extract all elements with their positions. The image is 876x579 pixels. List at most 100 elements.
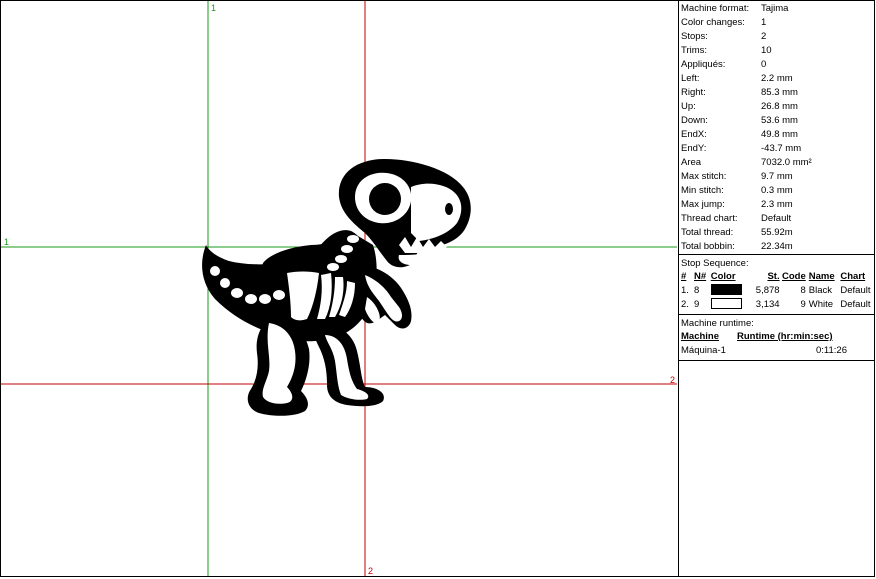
stat-label: Min stitch:	[681, 185, 724, 196]
stat-row: Machine format: Tajima	[681, 2, 874, 16]
color-swatch	[710, 297, 742, 309]
stat-row: Left: 2.2 mm	[681, 72, 874, 86]
row-name: White	[808, 299, 834, 310]
runtime-section: Machine runtime: Machine Runtime (hr:min…	[679, 314, 874, 361]
table-row[interactable]: 2. 9 3,134 9 White Default	[681, 297, 872, 312]
stat-label: Trims:	[681, 45, 708, 56]
stat-label: Total thread:	[681, 227, 734, 238]
stat-label: Color changes:	[681, 17, 745, 28]
stat-value: Default	[761, 213, 792, 224]
col-code-header: Code	[782, 271, 806, 282]
stat-row: Thread chart: Default	[681, 212, 874, 226]
stat-row: Max jump: 2.3 mm	[681, 198, 874, 212]
row-code: 9	[800, 299, 806, 310]
stat-value: 2.2 mm	[761, 73, 793, 84]
stat-value: 1	[761, 17, 767, 28]
stop-sequence-title: Stop Sequence:	[681, 258, 749, 269]
row-st: 5,878	[755, 285, 780, 296]
stat-row: Down: 53.6 mm	[681, 114, 874, 128]
stat-value: 85.3 mm	[761, 87, 798, 98]
col-chart-header: Chart	[840, 271, 866, 282]
table-row[interactable]: Máquina-1 0:11:26	[681, 344, 872, 358]
stat-label: Max stitch:	[681, 171, 727, 182]
stat-row: Max stitch: 9.7 mm	[681, 170, 874, 184]
runtime-header: Machine Runtime (hr:min:sec)	[681, 330, 872, 344]
runtime-title: Machine runtime:	[681, 318, 754, 329]
stop-sequence-rows: 1. 8 5,878 8 Black Default 2. 9 3,134 9 …	[681, 283, 872, 312]
stat-label: Thread chart:	[681, 213, 738, 224]
stat-value: 49.8 mm	[761, 129, 798, 140]
green-vertical-guide-label: 1	[211, 3, 217, 13]
col-st-header: St.	[767, 271, 780, 282]
color-swatch	[710, 283, 742, 295]
col-runtime-header: Runtime (hr:min:sec)	[737, 331, 833, 342]
stat-value: Tajima	[761, 3, 789, 14]
table-row[interactable]: 1. 8 5,878 8 Black Default	[681, 283, 872, 298]
stat-value: 0	[761, 59, 767, 70]
stat-value: 10	[761, 45, 772, 56]
design-info-panel: Machine format: Tajima Color changes: 1 Stop…	[678, 0, 875, 577]
runtime-value: 0:11:26	[816, 345, 847, 356]
stat-value: 0.3 mm	[761, 185, 793, 196]
stat-value: 2.3 mm	[761, 199, 793, 210]
col-num-header: #	[681, 271, 687, 282]
stat-row: EndX: 49.8 mm	[681, 128, 874, 142]
stat-label: Total bobbin:	[681, 241, 735, 252]
stop-sequence-section: Stop Sequence: # N# Color St. Code Name …	[679, 254, 874, 314]
dinosaur-skeleton-design	[202, 159, 471, 416]
design-canvas[interactable]: 1 1 2 2	[0, 0, 678, 577]
stat-row: Appliqués: 0	[681, 58, 874, 72]
stat-row: Color changes: 1	[681, 16, 874, 30]
stat-value: -43.7 mm	[761, 143, 802, 154]
stop-sequence-header: # N# Color St. Code Name Chart	[681, 270, 872, 284]
row-chart: Default	[840, 285, 871, 296]
col-machine-header: Machine	[681, 331, 720, 342]
design-svg	[1, 1, 677, 576]
red-vertical-guide-label: 2	[368, 566, 374, 576]
stat-label: Area	[681, 157, 702, 168]
stat-row: Right: 85.3 mm	[681, 86, 874, 100]
row-st: 3,134	[755, 299, 780, 310]
stat-value: 2	[761, 31, 767, 42]
row-num: 2.	[681, 299, 689, 310]
stat-row: EndY: -43.7 mm	[681, 142, 874, 156]
row-n: 8	[694, 285, 700, 296]
stat-label: EndX:	[681, 129, 707, 140]
stat-label: Right:	[681, 87, 706, 98]
stat-label: EndY:	[681, 143, 707, 154]
stat-row: Up: 26.8 mm	[681, 100, 874, 114]
stat-value: 53.6 mm	[761, 115, 798, 126]
row-code: 8	[800, 285, 806, 296]
row-num: 1.	[681, 285, 689, 296]
stat-value: 9.7 mm	[761, 171, 793, 182]
stat-label: Down:	[681, 115, 708, 126]
stat-row: Trims: 10	[681, 44, 874, 58]
stat-value: 22.34m	[761, 241, 793, 252]
stat-value: 55.92m	[761, 227, 793, 238]
runtime-machine: Máquina-1	[681, 345, 726, 356]
green-horizontal-guide-label: 1	[4, 237, 10, 247]
stat-row: Stops: 2	[681, 30, 874, 44]
stat-label: Up:	[681, 101, 696, 112]
stats-list: Machine format: Tajima Color changes: 1 Stop…	[679, 1, 874, 254]
stat-label: Stops:	[681, 31, 708, 42]
row-name: Black	[808, 285, 832, 296]
stat-value: 26.8 mm	[761, 101, 798, 112]
row-color	[710, 283, 754, 298]
stat-row: Total thread: 55.92m	[681, 226, 874, 240]
row-n: 9	[694, 299, 700, 310]
stat-row: Total bobbin: 22.34m	[681, 240, 874, 254]
stat-label: Left:	[681, 73, 700, 84]
red-horizontal-guide-label: 2	[670, 375, 676, 385]
row-chart: Default	[840, 299, 871, 310]
design-eye	[369, 183, 401, 215]
row-color	[710, 297, 754, 312]
col-n-header: N#	[694, 271, 707, 282]
stat-row: Area 7032.0 mm²	[681, 156, 874, 170]
stat-value: 7032.0 mm²	[761, 157, 812, 168]
stat-label: Max jump:	[681, 199, 725, 210]
stat-label: Appliqués:	[681, 59, 726, 70]
col-name-header: Name	[808, 271, 835, 282]
stat-label: Machine format:	[681, 3, 750, 14]
stat-row: Min stitch: 0.3 mm	[681, 184, 874, 198]
